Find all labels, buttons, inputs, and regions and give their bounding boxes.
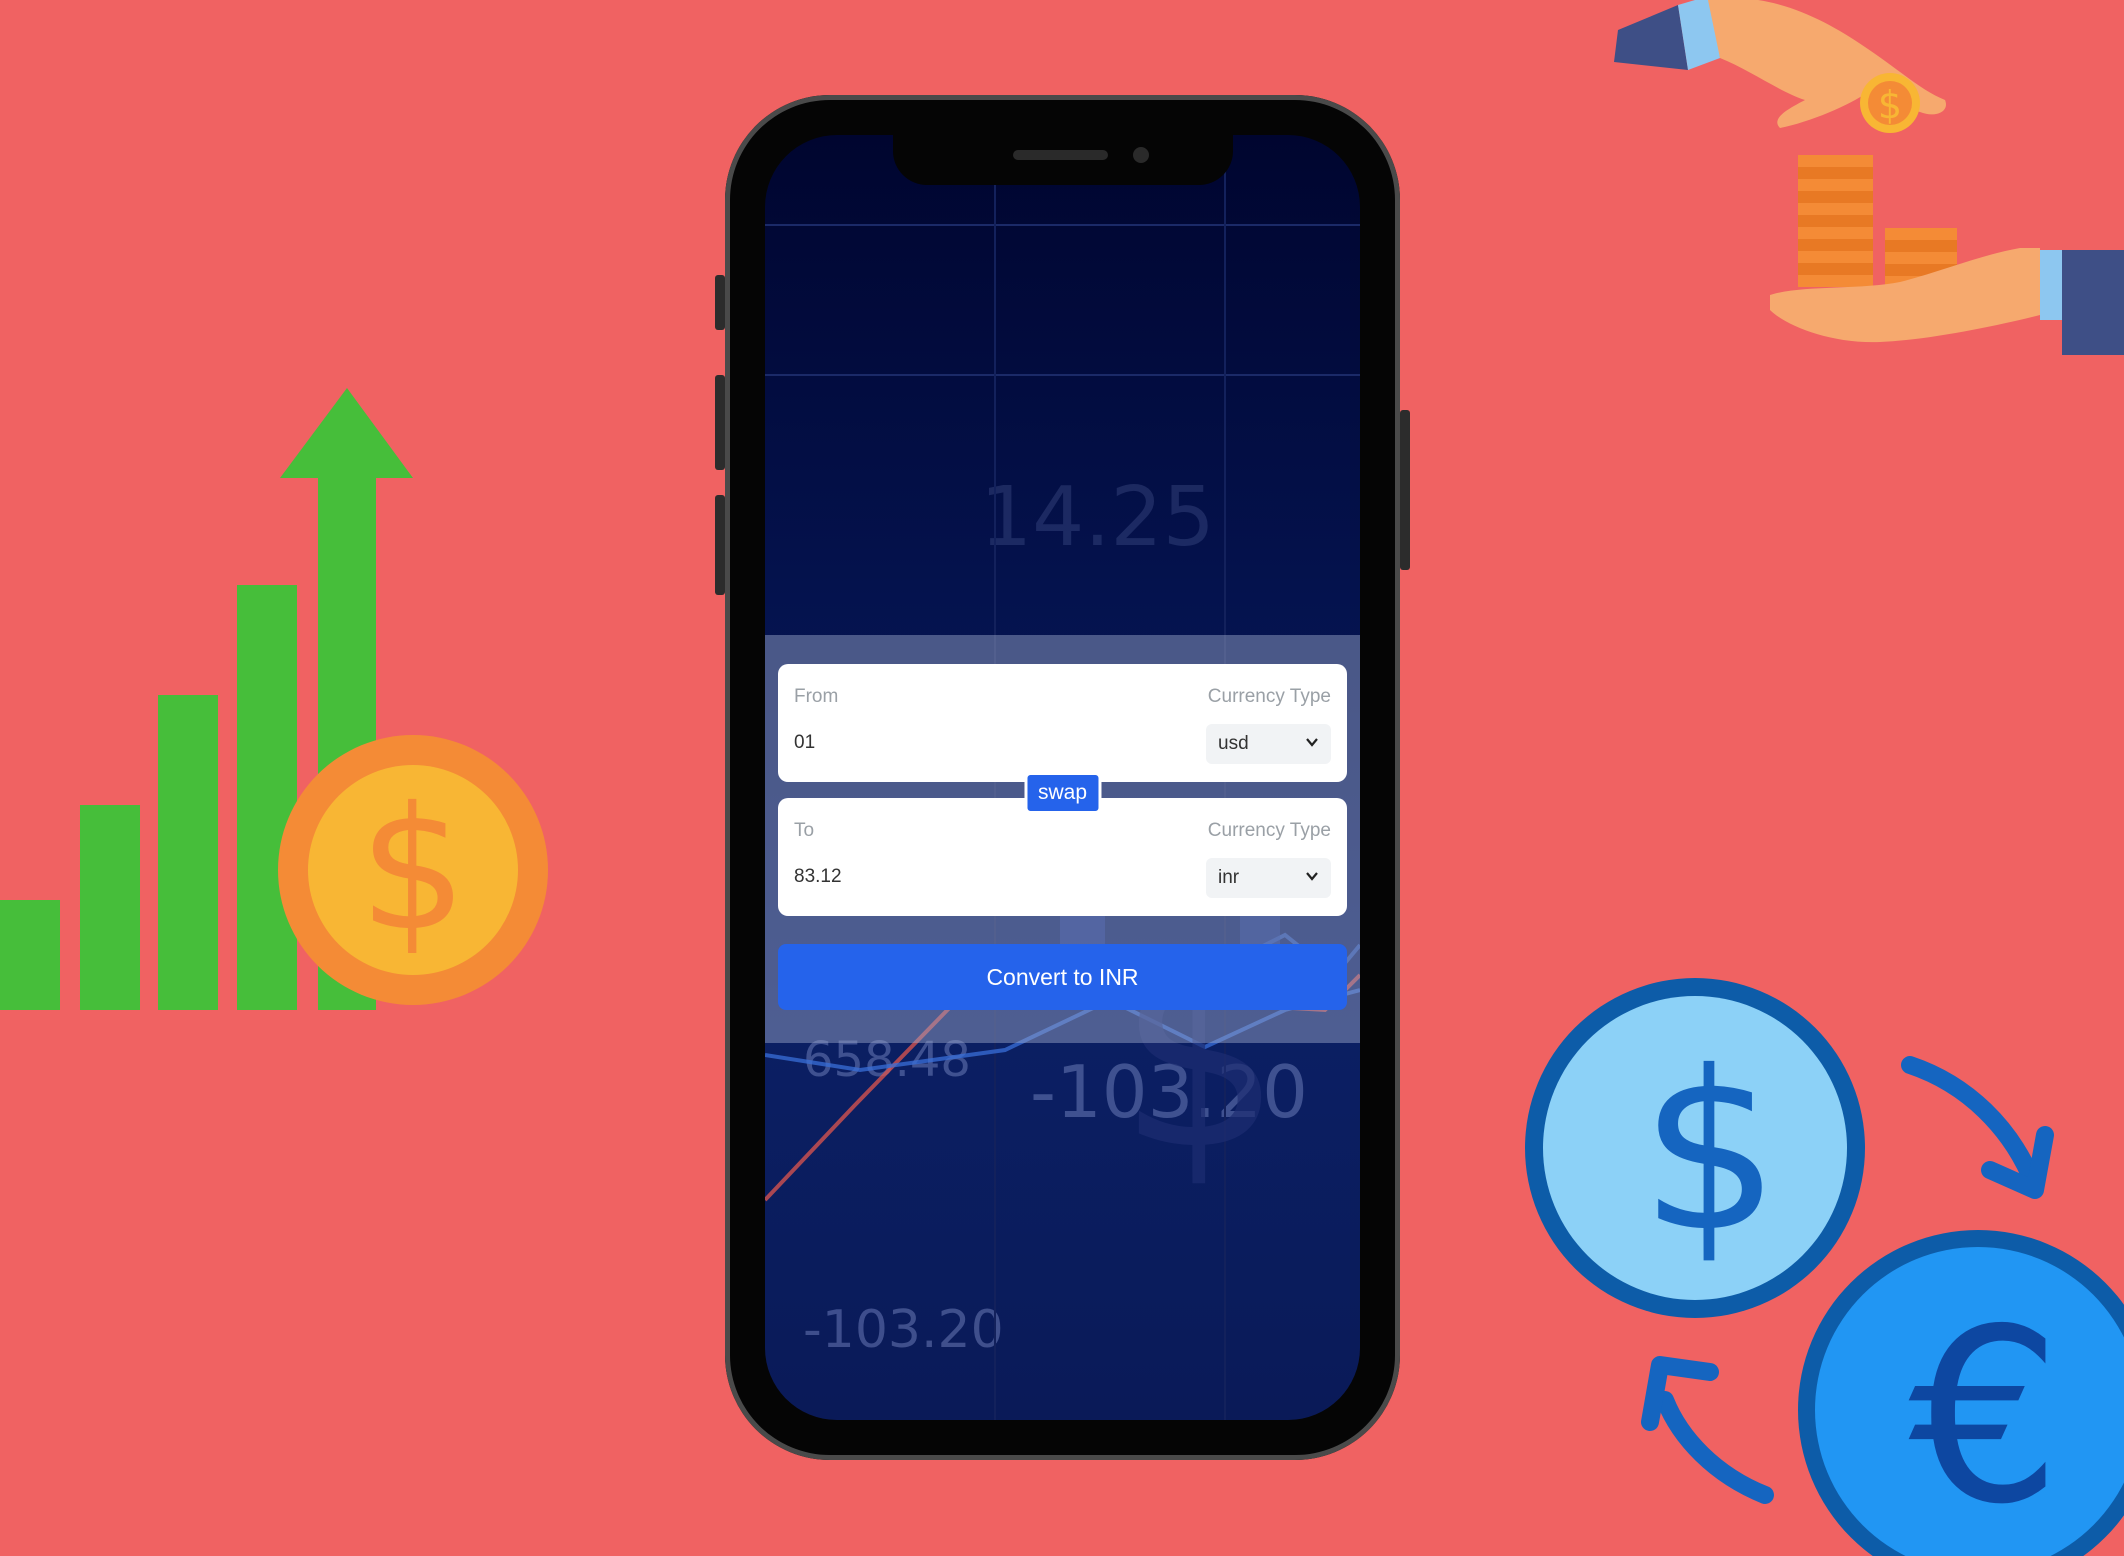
svg-text:$: $: [359, 771, 467, 969]
svg-text:$: $: [1640, 1024, 1780, 1280]
growth-chart-illustration: $: [0, 388, 548, 1010]
phone-side-button: [715, 275, 725, 330]
hands-coins-illustration: $: [1614, 0, 2124, 355]
from-field-box: From Currency Type 01 usd: [778, 664, 1347, 782]
svg-text:€: €: [1909, 1277, 2062, 1556]
speaker-grille: [1012, 150, 1108, 160]
chevron-down-icon: [1306, 872, 1318, 881]
convert-button[interactable]: Convert to INR: [778, 944, 1347, 1010]
phone-power-button: [1400, 410, 1410, 570]
swap-button[interactable]: swap: [1023, 772, 1102, 814]
to-currency-type-label: Currency Type: [1207, 820, 1331, 841]
currency-exchange-illustration: $ €: [1525, 978, 2124, 1556]
to-currency-select[interactable]: inr: [1206, 858, 1331, 898]
from-label: From: [794, 686, 839, 707]
phone-notch: [892, 135, 1233, 185]
phone-mockup: $ 14.25 658.48 -103.20 -103.20 From Curr…: [715, 95, 1410, 1460]
from-amount-input[interactable]: 01: [794, 732, 815, 754]
from-currency-type-label: Currency Type: [1207, 686, 1331, 707]
to-field-box: To Currency Type 83.12 inr: [778, 798, 1347, 916]
from-currency-select[interactable]: usd: [1206, 724, 1331, 764]
to-label: To: [794, 820, 815, 841]
from-currency-value: usd: [1218, 733, 1249, 754]
phone-side-button: [715, 495, 725, 595]
front-camera: [1132, 147, 1149, 163]
currency-converter-card: From Currency Type 01 usd swap To Curren…: [765, 635, 1360, 1043]
to-amount-input[interactable]: 83.12: [794, 866, 842, 888]
to-currency-value: inr: [1218, 867, 1240, 888]
phone-side-button: [715, 375, 725, 470]
chevron-down-icon: [1306, 738, 1318, 747]
phone-screen: $ 14.25 658.48 -103.20 -103.20 From Curr…: [765, 135, 1360, 1420]
svg-text:$: $: [1878, 83, 1902, 127]
